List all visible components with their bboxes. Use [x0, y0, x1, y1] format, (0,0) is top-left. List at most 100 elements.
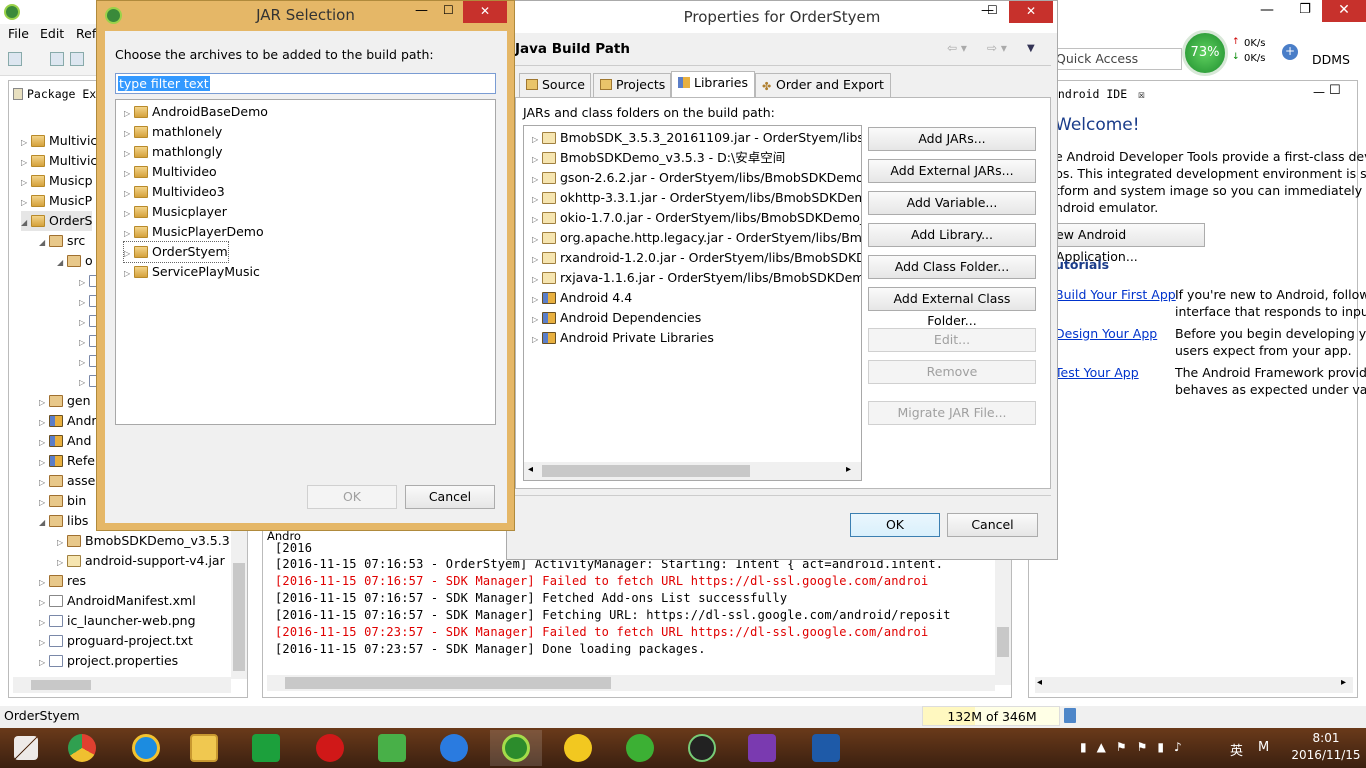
build-path-entry[interactable]: ▷ rxjava-1.1.6.jar - OrderStyem/libs/Bmob…: [532, 268, 861, 288]
ok-button[interactable]: OK: [850, 513, 940, 537]
build-path-entry[interactable]: ▷ BmobSDK_3.5.3_20161109.jar - OrderStyem…: [532, 128, 861, 148]
sogou-icon[interactable]: [428, 730, 480, 766]
filter-input[interactable]: type filter text: [115, 73, 496, 94]
menu-refactor[interactable]: Ref: [76, 26, 96, 41]
jar-project-item[interactable]: ▷ mathlonely: [124, 122, 222, 142]
tree-item[interactable]: ▷ project.properties: [39, 651, 178, 671]
expand-toggle-icon[interactable]: ◢: [39, 233, 49, 253]
expand-toggle-icon[interactable]: ▷: [39, 613, 49, 633]
expand-toggle-icon[interactable]: ▷: [39, 433, 49, 453]
expand-toggle-icon[interactable]: ▷: [124, 244, 134, 264]
expand-toggle-icon[interactable]: ▷: [532, 150, 542, 170]
new-icon[interactable]: [8, 52, 22, 66]
tutorial-link[interactable]: Design Your App: [1055, 326, 1157, 341]
expand-toggle-icon[interactable]: ▷: [57, 553, 67, 573]
build-path-entry[interactable]: ▷ Android 4.4: [532, 288, 632, 308]
jar-project-item[interactable]: ▷ OrderStyem: [123, 241, 229, 264]
package-explorer-tab[interactable]: Package Exp: [13, 87, 103, 101]
edit-button[interactable]: Edit...: [868, 328, 1036, 352]
android-ide-horizontal-scrollbar[interactable]: ◂ ▸: [1035, 677, 1353, 693]
expand-toggle-icon[interactable]: ◢: [57, 253, 67, 273]
expand-toggle-icon[interactable]: ▷: [39, 453, 49, 473]
heap-status[interactable]: 132M of 346M: [922, 706, 1060, 726]
expand-toggle-icon[interactable]: ▷: [532, 170, 542, 190]
vivo-icon[interactable]: [304, 730, 356, 766]
quick-access-field[interactable]: Quick Access: [1052, 48, 1182, 70]
tab-source[interactable]: Source: [519, 73, 591, 97]
props-maximize-button[interactable]: ☐: [987, 3, 998, 17]
store-icon[interactable]: [240, 730, 292, 766]
expand-toggle-icon[interactable]: ▷: [532, 330, 542, 350]
expand-toggle-icon[interactable]: ▷: [124, 164, 134, 184]
cancel-button[interactable]: Cancel: [947, 513, 1038, 537]
console-vertical-scrollbar-thumb[interactable]: [997, 627, 1009, 657]
wechat-file-icon[interactable]: [366, 730, 418, 766]
tree-item[interactable]: ▷ Multivic: [21, 131, 97, 151]
expand-toggle-icon[interactable]: ▷: [124, 264, 134, 284]
expand-toggle-icon[interactable]: ▷: [124, 104, 134, 124]
add-external-class-folder-button[interactable]: Add External Class Folder...: [868, 287, 1036, 328]
package-horizontal-scrollbar[interactable]: [13, 677, 231, 693]
expand-toggle-icon[interactable]: ▷: [124, 124, 134, 144]
expand-toggle-icon[interactable]: ▷: [532, 290, 542, 310]
restore-button[interactable]: ❐: [1290, 0, 1320, 22]
tree-item[interactable]: ▷ AndroidManifest.xml: [39, 591, 196, 611]
tree-item[interactable]: ▷ MusicP: [21, 191, 92, 211]
tree-item[interactable]: ▷ ic_launcher-web.png: [39, 611, 196, 631]
new-android-app-button[interactable]: ew Android Application...: [1051, 223, 1205, 264]
wechat-icon[interactable]: [614, 730, 666, 766]
add-variable-button[interactable]: Add Variable...: [868, 191, 1036, 215]
expand-toggle-icon[interactable]: ▷: [532, 230, 542, 250]
explorer-icon[interactable]: [178, 730, 230, 766]
update-icon[interactable]: [552, 730, 604, 766]
tree-item[interactable]: ▷ bin: [39, 491, 86, 511]
build-path-entry[interactable]: ▷ okio-1.7.0.jar - OrderStyem/libs/BmobSD…: [532, 208, 861, 230]
scroll-left-icon[interactable]: ◂: [528, 464, 533, 475]
build-path-entry[interactable]: ▷ BmobSDKDemo_v3.5.3 - D:\安卓空间: [532, 148, 785, 168]
panel-minimize-icon[interactable]: —: [1313, 85, 1325, 99]
props-close-button[interactable]: ✕: [1009, 1, 1053, 23]
add-external-jars-button[interactable]: Add External JARs...: [868, 159, 1036, 183]
save-icon[interactable]: [50, 52, 64, 66]
jar-project-item[interactable]: ▷ ServicePlayMusic: [124, 262, 260, 282]
expand-toggle-icon[interactable]: ▷: [532, 250, 542, 270]
build-path-entry[interactable]: ▷ Android Dependencies: [532, 308, 701, 328]
tab-libraries[interactable]: Libraries: [671, 71, 755, 98]
expand-toggle-icon[interactable]: ▷: [532, 210, 542, 230]
tab-order-and-export[interactable]: ✤ Order and Export: [755, 73, 891, 97]
add-library-button[interactable]: Add Library...: [868, 223, 1036, 247]
tutorial-link[interactable]: Build Your First App: [1055, 287, 1176, 302]
package-horizontal-scrollbar-thumb[interactable]: [31, 680, 91, 690]
close-icon[interactable]: ☒: [1138, 87, 1145, 101]
build-path-horizontal-scrollbar[interactable]: ◂ ▸: [524, 462, 861, 480]
expand-toggle-icon[interactable]: ▷: [39, 413, 49, 433]
left-arrow-icon[interactable]: ◂: [1037, 677, 1042, 688]
menu-file[interactable]: File: [8, 26, 29, 41]
jar-ok-button[interactable]: OK: [307, 485, 397, 509]
right-arrow-icon[interactable]: ▸: [1341, 677, 1346, 688]
clock-date[interactable]: 2016/11/15: [1290, 748, 1362, 762]
tree-item[interactable]: ▷ BmobSDKDemo_v3.5.3: [57, 531, 230, 551]
ie-icon[interactable]: [120, 730, 172, 766]
expand-toggle-icon[interactable]: ◢: [21, 213, 31, 233]
close-button[interactable]: ✕: [1322, 0, 1366, 22]
word-icon[interactable]: [800, 730, 852, 766]
remove-button[interactable]: Remove: [868, 360, 1036, 384]
tree-item[interactable]: ▷ And: [39, 431, 91, 451]
build-path-entry[interactable]: ▷ okhttp-3.3.1.jar - OrderStyem/libs/Bmob…: [532, 188, 861, 208]
jar-project-item[interactable]: ▷ mathlongly: [124, 142, 223, 162]
expand-toggle-icon[interactable]: ▷: [39, 393, 49, 413]
panel-maximize-icon[interactable]: ☐: [1329, 83, 1341, 98]
expand-toggle-icon[interactable]: ▷: [124, 184, 134, 204]
build-path-entry[interactable]: ▷ gson-2.6.2.jar - OrderStyem/libs/BmobSD…: [532, 168, 861, 190]
winrar-icon[interactable]: [736, 730, 788, 766]
add-class-folder-button[interactable]: Add Class Folder...: [868, 255, 1036, 279]
jar-maximize-button[interactable]: ☐: [443, 3, 454, 17]
tree-item[interactable]: ▷ Refe: [39, 451, 95, 471]
console-horizontal-scrollbar-thumb[interactable]: [285, 677, 611, 689]
tree-item[interactable]: ▷ res: [39, 571, 86, 591]
save-all-icon[interactable]: [70, 52, 84, 66]
expand-toggle-icon[interactable]: ▷: [21, 153, 31, 173]
expand-toggle-icon[interactable]: ▷: [21, 193, 31, 213]
start-icon[interactable]: [0, 730, 52, 766]
